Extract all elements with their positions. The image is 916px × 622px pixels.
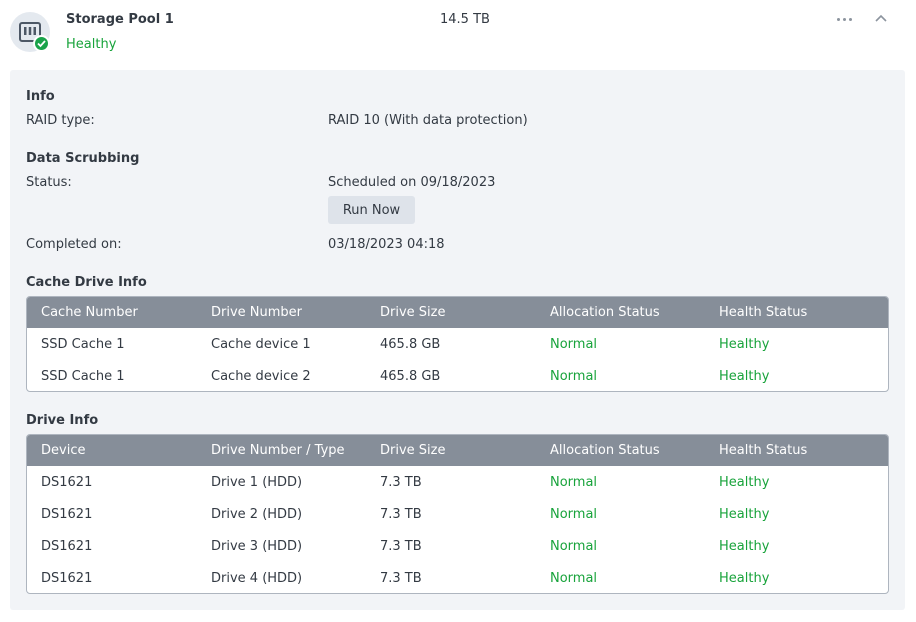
pool-status: Healthy <box>66 37 117 52</box>
more-options-button[interactable] <box>834 8 858 30</box>
chevron-up-icon <box>875 14 887 22</box>
health-status-cell: Healthy <box>719 369 770 384</box>
cache-number-cell: SSD Cache 1 <box>41 369 125 384</box>
table-row[interactable]: DS1621 Drive 1 (HDD) 7.3 TB Normal Healt… <box>27 466 888 498</box>
info-section-title: Info <box>26 89 55 104</box>
drive-number-cell: Cache device 1 <box>211 337 311 352</box>
health-status-cell: Healthy <box>719 507 770 522</box>
drive-number-cell: Drive 3 (HDD) <box>211 539 303 554</box>
scrubbing-status-label: Status: <box>26 175 72 190</box>
health-status-cell: Healthy <box>719 571 770 586</box>
device-cell: DS1621 <box>41 539 93 554</box>
column-header[interactable]: Allocation Status <box>550 443 660 458</box>
raid-type-label: RAID type: <box>26 113 95 128</box>
drive-number-cell: Drive 2 (HDD) <box>211 507 303 522</box>
column-header[interactable]: Health Status <box>719 305 807 320</box>
device-cell: DS1621 <box>41 507 93 522</box>
drive-size-cell: 465.8 GB <box>380 337 441 352</box>
drive-size-cell: 7.3 TB <box>380 571 422 586</box>
column-header[interactable]: Drive Number / Type <box>211 443 345 458</box>
cache-drive-info-title: Cache Drive Info <box>26 275 147 290</box>
column-header[interactable]: Health Status <box>719 443 807 458</box>
drive-size-cell: 465.8 GB <box>380 369 441 384</box>
drive-info-title: Drive Info <box>26 413 99 428</box>
pool-name: Storage Pool 1 <box>66 12 174 27</box>
allocation-status-cell: Normal <box>550 475 598 490</box>
column-header[interactable]: Device <box>41 443 85 458</box>
drive-info-table: Device Drive Number / Type Drive Size Al… <box>26 434 889 594</box>
table-row[interactable]: DS1621 Drive 3 (HDD) 7.3 TB Normal Healt… <box>27 530 888 562</box>
cache-number-cell: SSD Cache 1 <box>41 337 125 352</box>
column-header[interactable]: Allocation Status <box>550 305 660 320</box>
allocation-status-cell: Normal <box>550 507 598 522</box>
data-scrubbing-title: Data Scrubbing <box>26 151 140 166</box>
health-status-cell: Healthy <box>719 539 770 554</box>
pool-size: 14.5 TB <box>440 12 490 27</box>
more-horizontal-icon <box>837 18 840 21</box>
collapse-button[interactable] <box>870 8 892 30</box>
drive-number-cell: Drive 4 (HDD) <box>211 571 303 586</box>
pool-details-panel: Info RAID type: RAID 10 (With data prote… <box>10 70 905 610</box>
check-badge-icon <box>33 35 50 52</box>
allocation-status-cell: Normal <box>550 369 598 384</box>
allocation-status-cell: Normal <box>550 539 598 554</box>
cache-drive-table: Cache Number Drive Number Drive Size All… <box>26 296 889 392</box>
table-row[interactable]: SSD Cache 1 Cache device 2 465.8 GB Norm… <box>27 360 888 391</box>
storage-pool-header: Storage Pool 1 Healthy 14.5 TB <box>0 0 916 66</box>
raid-type-value: RAID 10 (With data protection) <box>328 113 528 128</box>
column-header[interactable]: Drive Size <box>380 305 445 320</box>
allocation-status-cell: Normal <box>550 337 598 352</box>
table-row[interactable]: DS1621 Drive 4 (HDD) 7.3 TB Normal Healt… <box>27 562 888 593</box>
drive-size-cell: 7.3 TB <box>380 475 422 490</box>
health-status-cell: Healthy <box>719 337 770 352</box>
drive-size-cell: 7.3 TB <box>380 507 422 522</box>
device-cell: DS1621 <box>41 571 93 586</box>
completed-on-value: 03/18/2023 04:18 <box>328 237 445 252</box>
table-header: Device Drive Number / Type Drive Size Al… <box>27 435 888 466</box>
device-cell: DS1621 <box>41 475 93 490</box>
completed-on-label: Completed on: <box>26 237 122 252</box>
column-header[interactable]: Drive Size <box>380 443 445 458</box>
drive-number-cell: Cache device 2 <box>211 369 311 384</box>
table-header: Cache Number Drive Number Drive Size All… <box>27 297 888 328</box>
allocation-status-cell: Normal <box>550 571 598 586</box>
column-header[interactable]: Cache Number <box>41 305 138 320</box>
drive-number-cell: Drive 1 (HDD) <box>211 475 303 490</box>
scrubbing-status-value: Scheduled on 09/18/2023 <box>328 175 496 190</box>
health-status-cell: Healthy <box>719 475 770 490</box>
table-row[interactable]: SSD Cache 1 Cache device 1 465.8 GB Norm… <box>27 328 888 360</box>
run-now-button[interactable]: Run Now <box>328 196 415 224</box>
column-header[interactable]: Drive Number <box>211 305 302 320</box>
table-row[interactable]: DS1621 Drive 2 (HDD) 7.3 TB Normal Healt… <box>27 498 888 530</box>
drive-size-cell: 7.3 TB <box>380 539 422 554</box>
